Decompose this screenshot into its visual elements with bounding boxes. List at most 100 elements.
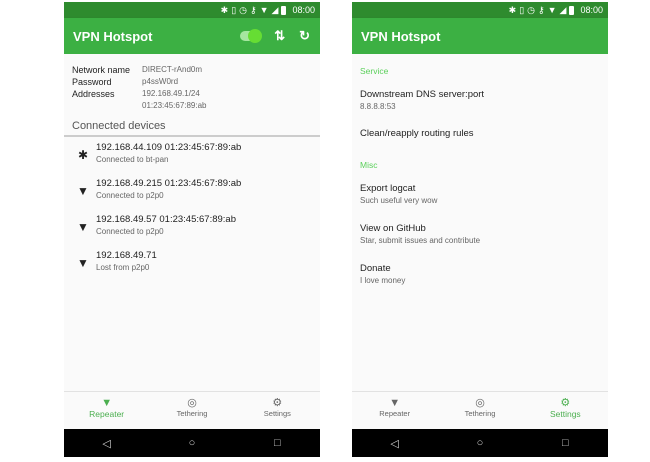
nav-settings[interactable]: ⚙ Settings: [235, 392, 320, 423]
misc-category: Misc: [360, 160, 378, 170]
addresses-label: Addresses: [72, 89, 115, 99]
pref-title: Export logcat: [360, 183, 416, 194]
signal-icon: ◢: [271, 4, 279, 15]
pref-title: Clean/reapply routing rules: [360, 128, 474, 139]
vibrate-icon: ▯: [231, 4, 237, 15]
refresh-icon[interactable]: ↻: [299, 28, 310, 44]
wifi-icon: ▼: [77, 184, 89, 198]
service-category: Service: [360, 66, 389, 76]
status-time: 08:00: [580, 5, 603, 15]
repeater-content: Network name DIRECT-rAnd0m Password p4ss…: [64, 54, 320, 394]
device-item[interactable]: ▼ 192.168.49.215 01:23:45:67:89:ab Conne…: [64, 173, 320, 209]
wifi-icon: ▼: [101, 396, 113, 409]
alarm-icon: ◷: [527, 4, 536, 15]
network-name-label: Network name: [72, 65, 131, 75]
device-address: 192.168.49.71: [96, 250, 157, 261]
wifi-status-icon: ▼: [547, 4, 557, 15]
password-value[interactable]: p4ssW0rd: [142, 76, 178, 88]
wifi-icon: ▼: [77, 256, 89, 270]
nav-repeater[interactable]: ▼ Repeater: [64, 392, 149, 423]
toggle-knob: [248, 29, 263, 43]
home-icon[interactable]: ○: [460, 437, 500, 449]
wifi-sync-icon[interactable]: ⇅: [274, 28, 285, 44]
device-status: Lost from p2p0: [96, 263, 150, 272]
wifi-icon: ▼: [389, 396, 401, 409]
device-address: 192.168.44.109 01:23:45:67:89:ab: [96, 142, 242, 153]
recents-icon[interactable]: □: [545, 437, 585, 449]
app-bar: VPN Hotspot: [352, 18, 608, 54]
network-info: Network name DIRECT-rAnd0m Password p4ss…: [64, 54, 320, 112]
home-icon[interactable]: ○: [172, 437, 212, 449]
wifi-status-icon: ▼: [259, 4, 269, 15]
battery-icon: [281, 5, 287, 15]
password-label: Password: [72, 77, 112, 87]
pref-title: Downstream DNS server:port: [360, 89, 485, 100]
connected-devices-header: Connected devices: [64, 120, 320, 137]
device-address: 192.168.49.215 01:23:45:67:89:ab: [96, 178, 242, 189]
gear-icon: ⚙: [560, 396, 571, 409]
gear-icon: ⚙: [272, 396, 283, 409]
battery-icon: [569, 5, 575, 15]
bottom-navigation: ▼ Repeater ◎ Tethering ⚙ Settings: [352, 391, 608, 423]
back-icon[interactable]: ◁: [87, 437, 127, 450]
nav-repeater-label: Repeater: [379, 408, 411, 418]
app-title: VPN Hotspot: [361, 28, 441, 44]
nav-repeater-label: Repeater: [89, 408, 125, 419]
password-row: Password p4ssW0rd: [72, 76, 312, 88]
status-bar: ✱ ▯ ◷ ⚷ ▼ ◢ 08:00: [64, 2, 320, 18]
status-time: 08:00: [292, 5, 315, 15]
nav-settings-label: Settings: [263, 408, 291, 418]
back-icon[interactable]: ◁: [375, 437, 415, 450]
nav-tethering[interactable]: ◎ Tethering: [149, 392, 234, 423]
device-address: 192.168.49.57 01:23:45:67:89:ab: [96, 214, 236, 225]
address-mac: 01:23:45:67:89:ab: [142, 101, 207, 110]
recents-icon[interactable]: □: [257, 437, 297, 449]
device-status: Connected to bt-pan: [96, 155, 169, 164]
signal-icon: ◢: [559, 4, 567, 15]
pref-export-logcat[interactable]: Export logcat Such useful very wow: [352, 170, 608, 206]
vpn-key-icon: ⚷: [538, 4, 545, 15]
device-item[interactable]: ▼ 192.168.49.57 01:23:45:67:89:ab Connec…: [64, 209, 320, 245]
tethering-icon: ◎: [187, 396, 197, 409]
bluetooth-status-icon: ✱: [508, 4, 517, 15]
addresses-value[interactable]: 192.168.49.1/24 01:23:45:67:89:ab: [142, 88, 207, 112]
bluetooth-icon: ✱: [77, 148, 89, 162]
pref-clean-routing[interactable]: Clean/reapply routing rules: [352, 112, 608, 140]
nav-tethering[interactable]: ◎ Tethering: [437, 392, 522, 423]
address-ip: 192.168.49.1/24: [142, 89, 200, 98]
network-name-value[interactable]: DIRECT-rAnd0m: [142, 64, 202, 76]
pref-title: View on GitHub: [360, 223, 426, 234]
pref-subtitle: Star, submit issues and contribute: [360, 236, 481, 245]
vibrate-icon: ▯: [519, 4, 525, 15]
nav-tethering-label: Tethering: [464, 408, 496, 418]
nav-tethering-label: Tethering: [176, 408, 208, 418]
wifi-icon: ▼: [77, 220, 89, 234]
pref-subtitle: Such useful very wow: [360, 196, 438, 205]
nav-settings[interactable]: ⚙ Settings: [523, 392, 608, 423]
system-navigation: ◁ ○ □: [352, 429, 608, 457]
pref-subtitle: I love money: [360, 276, 406, 285]
pref-donate[interactable]: Donate I love money: [352, 246, 608, 286]
tethering-icon: ◎: [475, 396, 485, 409]
device-status: Connected to p2p0: [96, 191, 164, 200]
pref-subtitle: 8.8.8.8:53: [360, 102, 396, 111]
settings-screen: ✱ ▯ ◷ ⚷ ▼ ◢ 08:00 VPN Hotspot Service Do…: [352, 2, 608, 457]
status-bar: ✱ ▯ ◷ ⚷ ▼ ◢ 08:00: [352, 2, 608, 18]
repeater-toggle[interactable]: [240, 29, 263, 43]
repeater-screen: ✱ ▯ ◷ ⚷ ▼ ◢ 08:00 VPN Hotspot ⇅ ↻ Networ…: [64, 2, 320, 457]
device-item[interactable]: ✱ 192.168.44.109 01:23:45:67:89:ab Conne…: [64, 137, 320, 173]
device-status: Connected to p2p0: [96, 227, 164, 236]
alarm-icon: ◷: [239, 4, 248, 15]
system-navigation: ◁ ○ □: [64, 429, 320, 457]
bottom-navigation: ▼ Repeater ◎ Tethering ⚙ Settings: [64, 391, 320, 423]
device-item[interactable]: ▼ 192.168.49.71 Lost from p2p0: [64, 245, 320, 281]
pref-dns-server[interactable]: Downstream DNS server:port 8.8.8.8:53: [352, 76, 608, 112]
pref-view-github[interactable]: View on GitHub Star, submit issues and c…: [352, 206, 608, 246]
app-bar: VPN Hotspot ⇅ ↻: [64, 18, 320, 54]
network-name-row: Network name DIRECT-rAnd0m: [72, 64, 312, 76]
addresses-row: Addresses 192.168.49.1/24 01:23:45:67:89…: [72, 88, 312, 112]
settings-content: Service Downstream DNS server:port 8.8.8…: [352, 54, 608, 394]
pref-title: Donate: [360, 263, 391, 274]
vpn-key-icon: ⚷: [250, 4, 257, 15]
nav-repeater[interactable]: ▼ Repeater: [352, 392, 437, 423]
